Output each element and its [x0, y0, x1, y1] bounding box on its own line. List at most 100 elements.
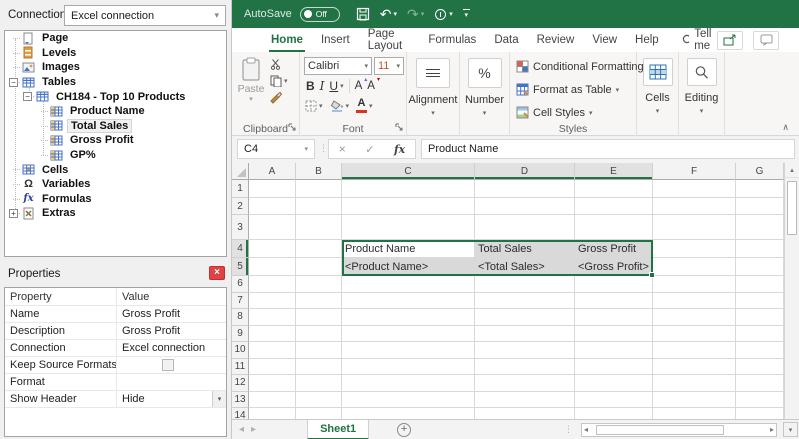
enter-check-icon[interactable]: ✓ [365, 143, 374, 156]
scroll-right-icon[interactable]: ▸ [770, 425, 774, 434]
cell[interactable] [249, 375, 296, 392]
cell[interactable] [475, 408, 575, 419]
cells-group[interactable]: Cells ▾ [637, 52, 679, 136]
tab-formulas[interactable]: Formulas [419, 28, 485, 52]
alignment-group[interactable]: Alignment ▾ [407, 52, 460, 136]
cell[interactable] [342, 408, 475, 419]
cell[interactable] [342, 180, 475, 198]
cell[interactable] [249, 215, 296, 240]
tree-item-extras[interactable]: + Extras [5, 206, 226, 221]
cell[interactable] [475, 198, 575, 215]
tree-item-formulas[interactable]: fx Formulas [5, 192, 226, 207]
font-size-combobox[interactable]: 11 ▾ [374, 57, 404, 75]
row-header[interactable]: 5 [232, 258, 249, 276]
cell[interactable] [575, 391, 653, 408]
tree-item-cells[interactable]: Cells [5, 162, 226, 177]
tab-home[interactable]: Home [262, 28, 312, 52]
column-header[interactable]: B [296, 163, 342, 180]
cell-c5[interactable]: <Product Name> [342, 258, 475, 276]
decrease-font-button[interactable]: A ▾ [367, 77, 380, 92]
add-sheet-button[interactable]: + [397, 422, 412, 437]
tab-page-layout[interactable]: Page Layout [359, 28, 420, 52]
copy-button[interactable]: ▾ [270, 75, 288, 87]
cell[interactable] [575, 198, 653, 215]
tab-help[interactable]: Help [626, 28, 668, 52]
cell[interactable] [249, 358, 296, 375]
cell[interactable] [575, 309, 653, 326]
number-format-button[interactable]: % [467, 58, 502, 88]
undo-button[interactable]: ↶ ▾ [380, 7, 397, 21]
horizontal-scroll-thumb[interactable] [596, 424, 724, 435]
cell[interactable] [736, 215, 784, 240]
row-header[interactable]: 11 [232, 358, 249, 375]
cell-d5[interactable]: <Total Sales> [475, 258, 575, 276]
customize-qat-button[interactable]: ▾ [462, 9, 470, 19]
column-header[interactable]: F [653, 163, 736, 180]
cells-button[interactable] [642, 58, 673, 86]
cell-styles-button[interactable]: Cell Styles ▾ [516, 106, 592, 119]
cell[interactable] [653, 408, 736, 419]
cell[interactable] [736, 180, 784, 198]
tab-review[interactable]: Review [528, 28, 584, 52]
column-header[interactable]: D [475, 163, 575, 180]
row-header[interactable]: 6 [232, 276, 249, 293]
tab-view[interactable]: View [583, 28, 626, 52]
bold-button[interactable]: B [306, 79, 315, 93]
format-as-table-button[interactable]: Format as Table ▾ [516, 83, 619, 96]
cell[interactable] [736, 342, 784, 359]
cell[interactable] [736, 408, 784, 419]
cell[interactable] [296, 215, 342, 240]
tree-item-page[interactable]: Page [5, 31, 226, 46]
cell[interactable] [653, 375, 736, 392]
cell[interactable] [575, 215, 653, 240]
cell[interactable] [249, 325, 296, 342]
cell[interactable] [653, 309, 736, 326]
cell[interactable] [653, 276, 736, 293]
cell[interactable] [296, 391, 342, 408]
column-header[interactable]: G [736, 163, 784, 180]
row-header[interactable]: 1 [232, 180, 249, 198]
cell[interactable] [475, 215, 575, 240]
number-group[interactable]: % Number ▾ [460, 52, 510, 136]
cell[interactable] [296, 180, 342, 198]
cell[interactable] [475, 375, 575, 392]
conditional-formatting-button[interactable]: Conditional Formatting▾ [516, 60, 651, 73]
tree-item-table-ch184[interactable]: − CH184 - Top 10 Products [5, 89, 226, 104]
row-header[interactable]: 10 [232, 342, 249, 359]
cell[interactable] [575, 342, 653, 359]
horizontal-scrollbar[interactable]: ◂ ▸ [581, 422, 777, 437]
row-header[interactable]: 7 [232, 292, 249, 309]
cell[interactable] [653, 342, 736, 359]
cell[interactable] [653, 215, 736, 240]
cell-e4[interactable]: Gross Profit [575, 240, 653, 258]
cell[interactable] [249, 391, 296, 408]
row-header[interactable]: 14 [232, 408, 249, 419]
cell[interactable] [342, 358, 475, 375]
format-painter-button[interactable] [270, 92, 282, 104]
row-header[interactable]: 4 [232, 240, 249, 258]
cell[interactable] [736, 198, 784, 215]
tree-item-column-product-name[interactable]: Product Name [5, 104, 226, 119]
cell[interactable] [653, 240, 736, 258]
column-header[interactable]: E [575, 163, 653, 180]
share-button[interactable] [717, 30, 743, 50]
borders-button[interactable]: ▾ [305, 100, 323, 112]
cell[interactable] [653, 180, 736, 198]
tree-item-variables[interactable]: Ω Variables [5, 177, 226, 192]
tree-item-levels[interactable]: Levels [5, 46, 226, 61]
increase-font-button[interactable]: A ▴ [355, 77, 368, 92]
editing-group[interactable]: Editing ▾ [679, 52, 725, 136]
cell[interactable] [249, 309, 296, 326]
tree-item-tables[interactable]: − Tables [5, 75, 226, 90]
cell[interactable] [249, 198, 296, 215]
cell[interactable] [736, 309, 784, 326]
cancel-icon[interactable]: × [339, 142, 346, 156]
cell[interactable] [296, 240, 342, 258]
cell[interactable] [736, 358, 784, 375]
cell[interactable] [475, 276, 575, 293]
close-icon[interactable]: × [209, 266, 225, 280]
formula-bar-splitter[interactable]: ⋮ [319, 143, 328, 154]
cell[interactable] [575, 325, 653, 342]
row-header[interactable]: 3 [232, 215, 249, 240]
cell[interactable] [653, 292, 736, 309]
